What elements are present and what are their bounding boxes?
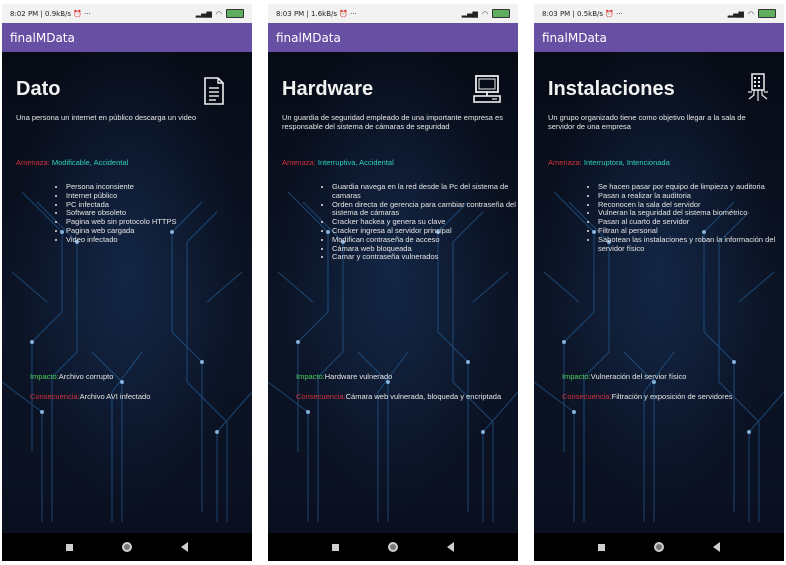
recents-button[interactable] xyxy=(332,543,340,551)
home-button[interactable] xyxy=(653,542,664,552)
page-title: Instalaciones xyxy=(548,78,675,100)
signal-icon: ▂▄▆ xyxy=(461,9,478,18)
threat-label: Amenaza: xyxy=(548,158,582,167)
status-icons: ▂▄▆ ◠ xyxy=(462,9,510,18)
signal-icon: ▂▄▆ xyxy=(727,9,744,18)
threat-line: Amenaza: Interruptiva, Accidental xyxy=(282,158,394,167)
impact-line: Impacto:Vulneración del servior físico xyxy=(562,372,778,381)
app-bar: finalMData xyxy=(268,23,518,52)
scenario-description: Una persona un internet en público desca… xyxy=(16,113,197,122)
status-time: 8:03 PM | 0.5kB/s ⏰ ··· xyxy=(542,9,623,18)
status-icons: ▂▄▆ ◠ xyxy=(196,9,244,18)
system-nav-bar xyxy=(2,533,252,561)
list-item: Video infectado xyxy=(66,235,252,245)
impact-line: Impacto:Archivo corrupto xyxy=(30,372,246,381)
app-title: finalMData xyxy=(542,30,607,45)
circuit-background xyxy=(2,191,252,522)
list-item: Camar y contraseña vulnerados xyxy=(332,253,518,262)
threat-label: Amenaza: xyxy=(282,158,316,167)
wifi-icon: ◠ xyxy=(215,9,222,18)
impact-value: Vulneración del servior físico xyxy=(590,372,687,381)
consequence-value: Cámara web vulnerada, bloqueda y encript… xyxy=(345,392,502,401)
app-bar: finalMData xyxy=(2,23,252,52)
status-icons: ▂▄▆ ◠ xyxy=(728,9,776,18)
back-button[interactable] xyxy=(446,542,454,552)
wifi-icon: ◠ xyxy=(747,9,754,18)
content-area: Instalaciones Un grupo organizado tiene … xyxy=(534,52,784,533)
status-bar: 8:02 PM | 0.9kB/s ⏰ ··· ▂▄▆ ◠ xyxy=(2,4,252,23)
back-button[interactable] xyxy=(712,542,720,552)
status-bar: 8:03 PM | 1.6kB/s ⏰ ··· ▂▄▆ ◠ xyxy=(268,4,518,23)
battery-icon xyxy=(226,9,244,18)
threat-value: Interruptora, Intencionada xyxy=(583,158,670,167)
recents-button[interactable] xyxy=(66,543,74,551)
list-item: Guardia navega en la red desde la Pc del… xyxy=(332,182,518,201)
consequence-label: Consecuencia: xyxy=(296,392,346,401)
page-title: Hardware xyxy=(282,78,374,100)
building-circuit-icon xyxy=(748,73,768,101)
status-bar: 8:03 PM | 0.5kB/s ⏰ ··· ▂▄▆ ◠ xyxy=(534,4,784,23)
consequence-line: Consecuencia:Filtración y exposición de … xyxy=(562,392,778,401)
app-bar: finalMData xyxy=(534,23,784,52)
threat-line: Amenaza: Interruptora, Intencionada xyxy=(548,158,670,167)
threat-label: Amenaza: xyxy=(16,158,50,167)
computer-icon xyxy=(473,75,501,103)
threat-value: Interruptiva, Accidental xyxy=(317,158,394,167)
signal-icon: ▂▄▆ xyxy=(195,9,212,18)
app-title: finalMData xyxy=(10,30,75,45)
threat-value: Modificable, Accidental xyxy=(51,158,129,167)
page-title: Dato xyxy=(16,78,61,100)
consequence-line: Consecuencia:Archivo AVI infectado xyxy=(30,392,246,401)
impact-line: Impacto:Hardware vulnerado xyxy=(296,372,512,381)
recents-button[interactable] xyxy=(598,543,606,551)
impact-value: Hardware vulnerado xyxy=(324,372,393,381)
consequence-value: Filtración y exposición de servidores xyxy=(611,392,733,401)
impact-value: Archivo corrupto xyxy=(58,372,114,381)
home-button[interactable] xyxy=(387,542,398,552)
phone-screen-hardware: 8:03 PM | 1.6kB/s ⏰ ··· ▂▄▆ ◠ finalMData xyxy=(268,4,518,561)
vulnerability-list: Guardia navega en la red desde la Pc del… xyxy=(320,182,518,262)
consequence-value: Archivo AVI infectado xyxy=(79,392,151,401)
list-item: Sabotean las instalaciones y roban la in… xyxy=(598,235,784,254)
home-button[interactable] xyxy=(121,542,132,552)
content-area: Hardware Un guardia de seguridad emplead… xyxy=(268,52,518,533)
consequence-label: Consecuencia: xyxy=(30,392,80,401)
vulnerability-list: Se hacen pasar por equipo de limpieza y … xyxy=(586,182,784,254)
back-button[interactable] xyxy=(180,542,188,552)
app-title: finalMData xyxy=(276,30,341,45)
battery-icon xyxy=(758,9,776,18)
wifi-icon: ◠ xyxy=(481,9,488,18)
consequence-line: Consecuencia:Cámara web vulnerada, bloqu… xyxy=(296,392,512,401)
system-nav-bar xyxy=(268,533,518,561)
scenario-description: Un grupo organizado tiene como objetivo … xyxy=(548,113,746,131)
impact-label: Impacto: xyxy=(296,372,325,381)
status-time: 8:03 PM | 1.6kB/s ⏰ ··· xyxy=(276,9,357,18)
vulnerability-list: Persona inconsiente Internet público PC … xyxy=(54,182,252,245)
threat-line: Amenaza: Modificable, Accidental xyxy=(16,158,128,167)
system-nav-bar xyxy=(534,533,784,561)
phone-screen-dato: 8:02 PM | 0.9kB/s ⏰ ··· ▂▄▆ ◠ finalMData xyxy=(2,4,252,561)
consequence-label: Consecuencia: xyxy=(562,392,612,401)
impact-label: Impacto: xyxy=(30,372,59,381)
battery-icon xyxy=(492,9,510,18)
content-area: Dato Una persona un internet en público … xyxy=(2,52,252,533)
status-time: 8:02 PM | 0.9kB/s ⏰ ··· xyxy=(10,9,91,18)
list-item: Orden directa de gerencia para cambiar c… xyxy=(332,200,518,219)
scenario-description: Un guardia de seguridad empleado de una … xyxy=(282,113,503,131)
impact-label: Impacto: xyxy=(562,372,591,381)
phone-screen-instalaciones: 8:03 PM | 0.5kB/s ⏰ ··· ▂▄▆ ◠ finalMData xyxy=(534,4,784,561)
document-icon xyxy=(204,77,224,105)
